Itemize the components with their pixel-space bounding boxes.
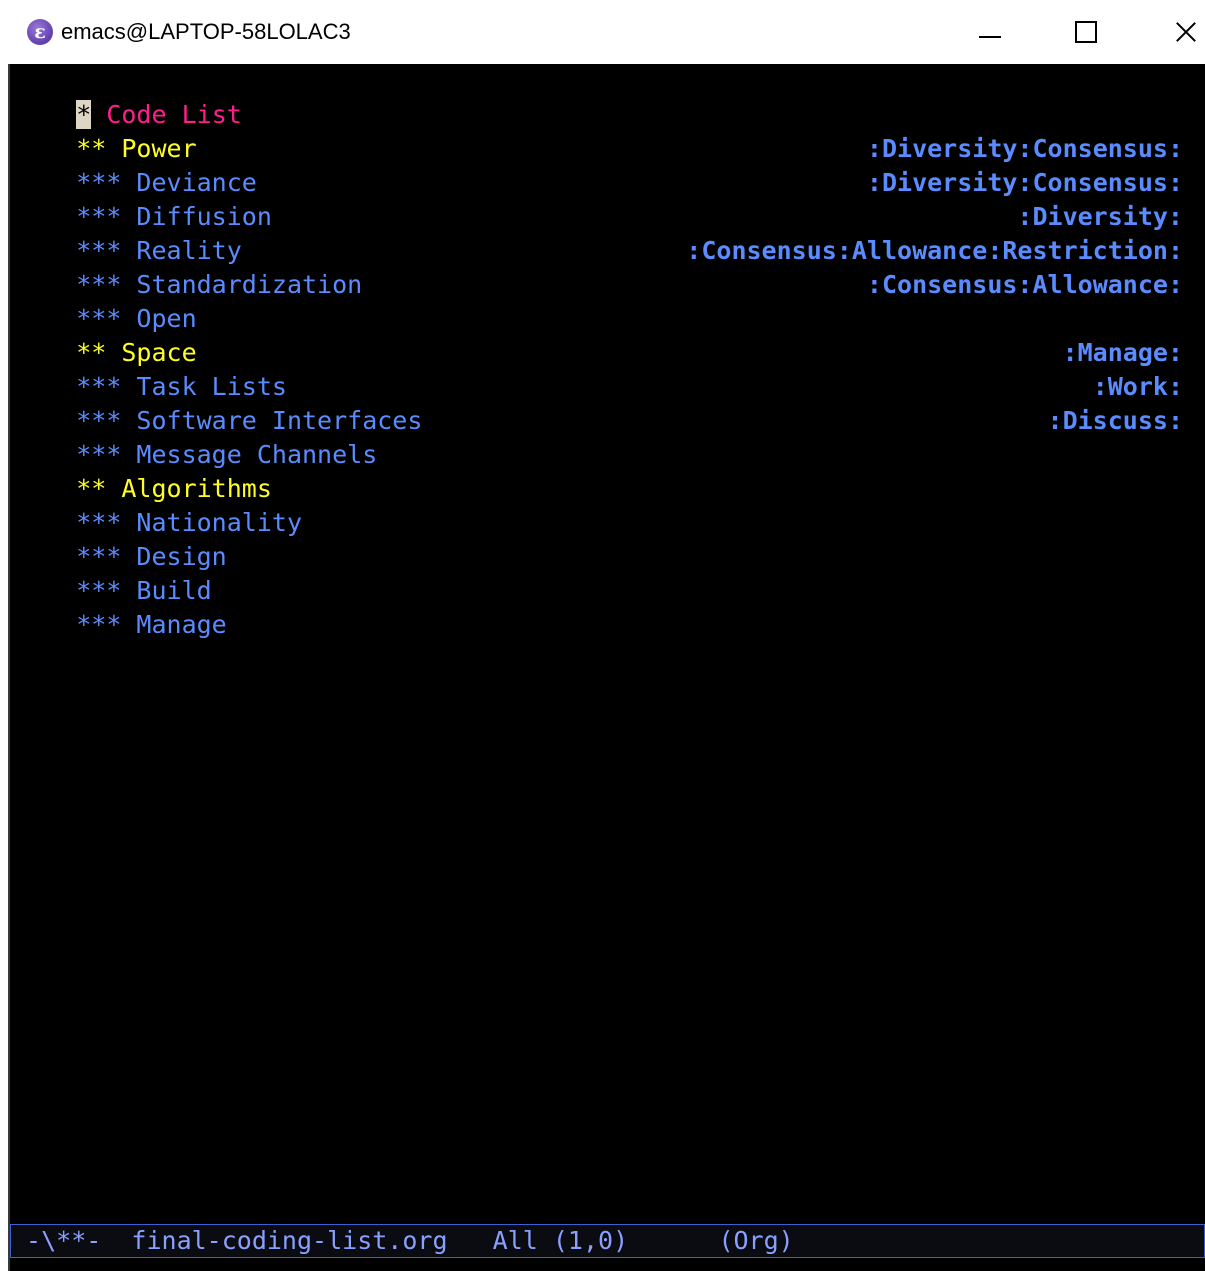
org-heading-level-3[interactable]: *** Reality :Diversity: <box>16 200 1183 265</box>
modeline-position: All (1,0) <box>447 1226 719 1255</box>
org-heading-level-2[interactable]: ** Power <box>16 98 1183 163</box>
emacs-logo-icon: ε <box>27 19 53 45</box>
close-button[interactable] <box>1156 0 1205 64</box>
org-heading-level-3[interactable]: *** Open :Consensus:Allowance: <box>16 268 1183 333</box>
modeline-status: -\**- <box>11 1226 132 1255</box>
org-heading-level-3[interactable]: *** Build <box>16 540 1183 605</box>
close-icon <box>1175 21 1197 43</box>
heading-tags: :Work: <box>1092 372 1183 401</box>
window-title: emacs@LAPTOP-58LOLAC3 <box>61 19 351 44</box>
editor-buffer[interactable]: * Code List ** Power *** Deviance :Diver… <box>10 64 1205 1224</box>
org-heading-level-3[interactable]: *** Design <box>16 506 1183 571</box>
modeline-major-mode[interactable]: (Org) <box>718 1226 793 1255</box>
heading-tags: :Diversity:Consensus: <box>866 134 1183 163</box>
maximize-button[interactable] <box>1056 0 1116 64</box>
mode-line[interactable]: -\**- final-coding-list.org All (1,0) (O… <box>10 1224 1205 1258</box>
minimize-icon <box>979 36 1001 38</box>
heading-tags: :Manage: <box>1062 338 1183 367</box>
heading-tags: :Consensus:Allowance:Restriction: <box>686 236 1183 265</box>
heading-tags: :Consensus:Allowance: <box>866 270 1183 299</box>
org-heading-level-2[interactable]: ** Space <box>16 302 1183 367</box>
org-heading-level-3[interactable]: *** Nationality <box>16 472 1183 537</box>
heading-text: Manage <box>121 610 227 639</box>
heading-tags: :Diversity: <box>1017 202 1183 231</box>
minimize-button[interactable] <box>960 0 1020 64</box>
heading-tags: :Diversity:Consensus: <box>866 168 1183 197</box>
maximize-icon <box>1075 21 1097 43</box>
modeline-filename[interactable]: final-coding-list.org <box>131 1226 447 1255</box>
org-heading-level-3[interactable]: *** Diffusion :Diversity:Consensus: <box>16 166 1183 231</box>
heading-stars: *** <box>76 610 122 639</box>
window-frame-left <box>0 64 8 1271</box>
org-heading-level-1[interactable]: * Code List <box>16 64 1183 129</box>
org-heading-level-3[interactable]: *** Standardization :Consensus:Allowance… <box>16 234 1183 299</box>
heading-tags: :Discuss: <box>1047 406 1183 435</box>
org-heading-level-3[interactable]: *** Message Channels :Discuss: <box>16 404 1183 469</box>
title-bar: ε emacs@LAPTOP-58LOLAC3 <box>0 0 1205 64</box>
org-heading-level-3[interactable]: *** Task Lists :Manage: <box>16 336 1183 401</box>
org-heading-level-3[interactable]: *** Deviance :Diversity:Consensus: <box>16 132 1183 197</box>
org-heading-level-3[interactable]: *** Software Interfaces :Work: <box>16 370 1183 435</box>
minibuffer[interactable] <box>10 1258 1205 1271</box>
org-heading-level-3[interactable]: *** Manage <box>16 574 1183 639</box>
org-heading-level-2[interactable]: ** Algorithms <box>16 438 1183 503</box>
